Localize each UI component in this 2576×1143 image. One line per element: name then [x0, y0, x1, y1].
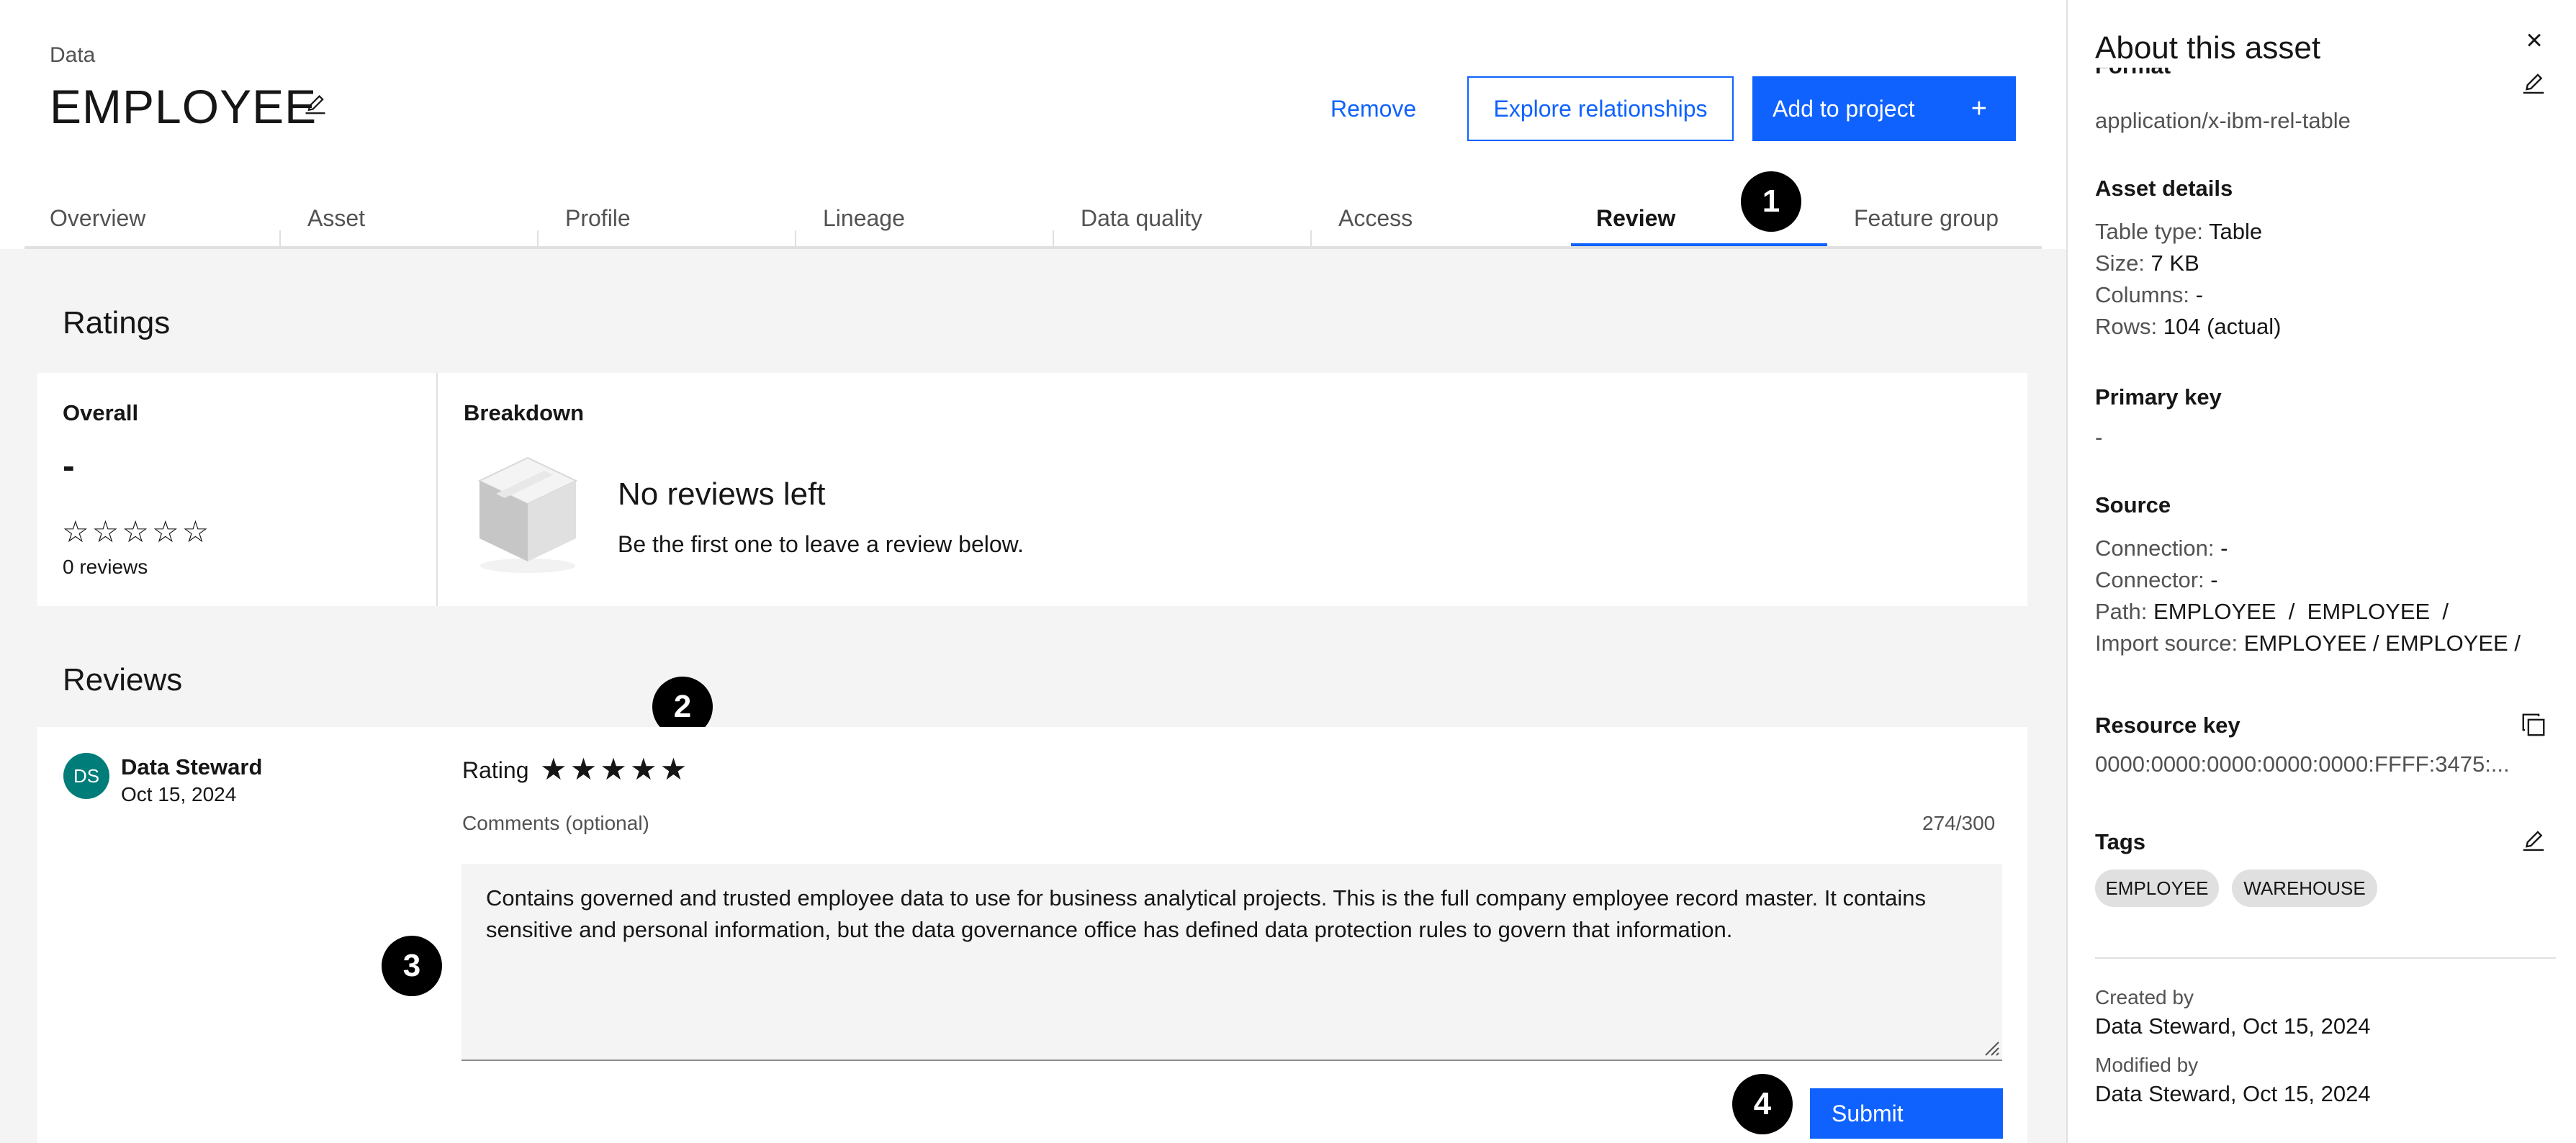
tab-profile[interactable]: Profile — [540, 190, 796, 249]
plus-icon: + — [1971, 94, 1987, 124]
source-label: Source — [2095, 492, 2171, 518]
size-value: 7 KB — [2151, 250, 2199, 276]
overall-label: Overall — [63, 400, 139, 425]
avatar: DS — [63, 753, 109, 799]
connector-value: - — [2210, 567, 2218, 592]
rows-value: 104 (actual) — [2163, 314, 2282, 339]
add-to-project-button[interactable]: Add to project + — [1752, 76, 2016, 141]
tab-feature-group[interactable]: Feature group — [1829, 190, 2066, 249]
copy-icon[interactable] — [2520, 711, 2547, 738]
empty-box-icon — [477, 456, 578, 573]
empty-state-subtitle: Be the first one to leave a review below… — [618, 531, 1024, 557]
close-icon[interactable]: × — [2516, 22, 2553, 59]
empty-state-title: No reviews left — [618, 476, 826, 512]
breadcrumb[interactable]: Data — [50, 43, 95, 68]
primary-key-label: Primary key — [2095, 384, 2222, 410]
connector-label: Connector: — [2095, 567, 2205, 592]
add-to-project-label: Add to project — [1773, 96, 1915, 122]
ratings-heading: Ratings — [63, 305, 171, 340]
tab-bar: Overview Asset Profile Lineage Data qual… — [24, 190, 2042, 249]
page-title: EMPLOYEE — [50, 80, 318, 133]
table-type-value: Table — [2209, 219, 2263, 244]
ratings-divider — [436, 373, 438, 606]
format-label-text: Format — [2095, 68, 2171, 78]
rows-label: Rows: — [2095, 314, 2158, 339]
tab-overview[interactable]: Overview — [24, 190, 281, 249]
import-source-label: Import source: — [2095, 631, 2238, 656]
columns-label: Columns: — [2095, 282, 2189, 307]
resize-handle-icon[interactable] — [1981, 1038, 2000, 1057]
reviews-count: 0 reviews — [63, 556, 148, 578]
columns-value: - — [2195, 282, 2203, 307]
edit-title-icon[interactable] — [302, 92, 328, 118]
tags-label: Tags — [2095, 829, 2146, 854]
comments-label: Comments (optional) — [462, 812, 649, 834]
columns-row: Columns: - — [2095, 282, 2203, 308]
about-asset-panel: About this asset × Format application/x-… — [2066, 0, 2576, 1143]
reviews-heading: Reviews — [63, 662, 183, 697]
modified-by-value: Data Steward, Oct 15, 2024 — [2095, 1081, 2371, 1106]
tag-chip[interactable]: EMPLOYEE — [2095, 869, 2219, 907]
created-by-value: Data Steward, Oct 15, 2024 — [2095, 1013, 2371, 1039]
size-label: Size: — [2095, 250, 2145, 276]
table-type-row: Table type: Table — [2095, 219, 2262, 245]
path-row: Path: EMPLOYEE / EMPLOYEE / — [2095, 599, 2449, 625]
import-source-row: Import source: EMPLOYEE / EMPLOYEE / — [2095, 631, 2521, 656]
step-badge-4: 4 — [1732, 1074, 1793, 1134]
format-label: Format — [2095, 68, 2171, 94]
tab-lineage[interactable]: Lineage — [798, 190, 1054, 249]
explore-relationships-button[interactable]: Explore relationships — [1467, 76, 1734, 141]
connector-row: Connector: - — [2095, 567, 2218, 593]
resource-key-value: 0000:0000:0000:0000:0000:FFFF:3475:... — [2095, 751, 2510, 777]
format-value: application/x-ibm-rel-table — [2095, 108, 2351, 133]
submit-button[interactable]: Submit — [1810, 1088, 2003, 1139]
panel-title: About this asset — [2095, 30, 2321, 65]
path-value: EMPLOYEE / EMPLOYEE / — [2153, 599, 2449, 624]
table-type-label: Table type: — [2095, 219, 2203, 244]
resource-key-label: Resource key — [2095, 713, 2241, 738]
connection-value: - — [2220, 536, 2228, 561]
rating-label: Rating — [462, 757, 529, 783]
modified-by-label: Modified by — [2095, 1054, 2199, 1076]
tag-chip[interactable]: WAREHOUSE — [2232, 869, 2377, 907]
step-badge-3: 3 — [382, 936, 442, 996]
import-source-value: EMPLOYEE / EMPLOYEE / — [2243, 631, 2521, 656]
step-badge-1: 1 — [1741, 171, 1801, 232]
edit-format-icon[interactable] — [2520, 71, 2547, 98]
created-by-label: Created by — [2095, 986, 2194, 1008]
remove-button[interactable]: Remove — [1330, 76, 1416, 141]
tab-access[interactable]: Access — [1313, 190, 1570, 249]
connection-row: Connection: - — [2095, 536, 2228, 561]
reviewer-date: Oct 15, 2024 — [121, 783, 237, 805]
tab-asset[interactable]: Asset — [282, 190, 539, 249]
rows-row: Rows: 104 (actual) — [2095, 314, 2281, 340]
comments-char-count: 274/300 — [1922, 812, 1996, 834]
overall-star-rating: ☆☆☆☆☆ — [62, 515, 212, 548]
panel-divider — [2095, 957, 2556, 959]
breakdown-label: Breakdown — [464, 400, 585, 425]
main-content: Data EMPLOYEE Remove Explore relationshi… — [0, 0, 2066, 1143]
path-label: Path: — [2095, 599, 2148, 624]
asset-details-label: Asset details — [2095, 176, 2233, 201]
size-row: Size: 7 KB — [2095, 250, 2199, 276]
comments-textarea[interactable]: Contains governed and trusted employee d… — [461, 864, 2002, 1061]
overall-value: - — [63, 446, 75, 486]
tab-data-quality[interactable]: Data quality — [1055, 190, 1312, 249]
reviewer-name: Data Steward — [121, 754, 263, 780]
ratings-card — [37, 373, 2027, 606]
primary-key-value: - — [2095, 425, 2103, 450]
rating-star-input[interactable]: ★★★★★ — [540, 751, 690, 787]
connection-label: Connection: — [2095, 536, 2215, 561]
active-tab-indicator — [1571, 243, 1827, 246]
edit-tags-icon[interactable] — [2520, 828, 2547, 855]
